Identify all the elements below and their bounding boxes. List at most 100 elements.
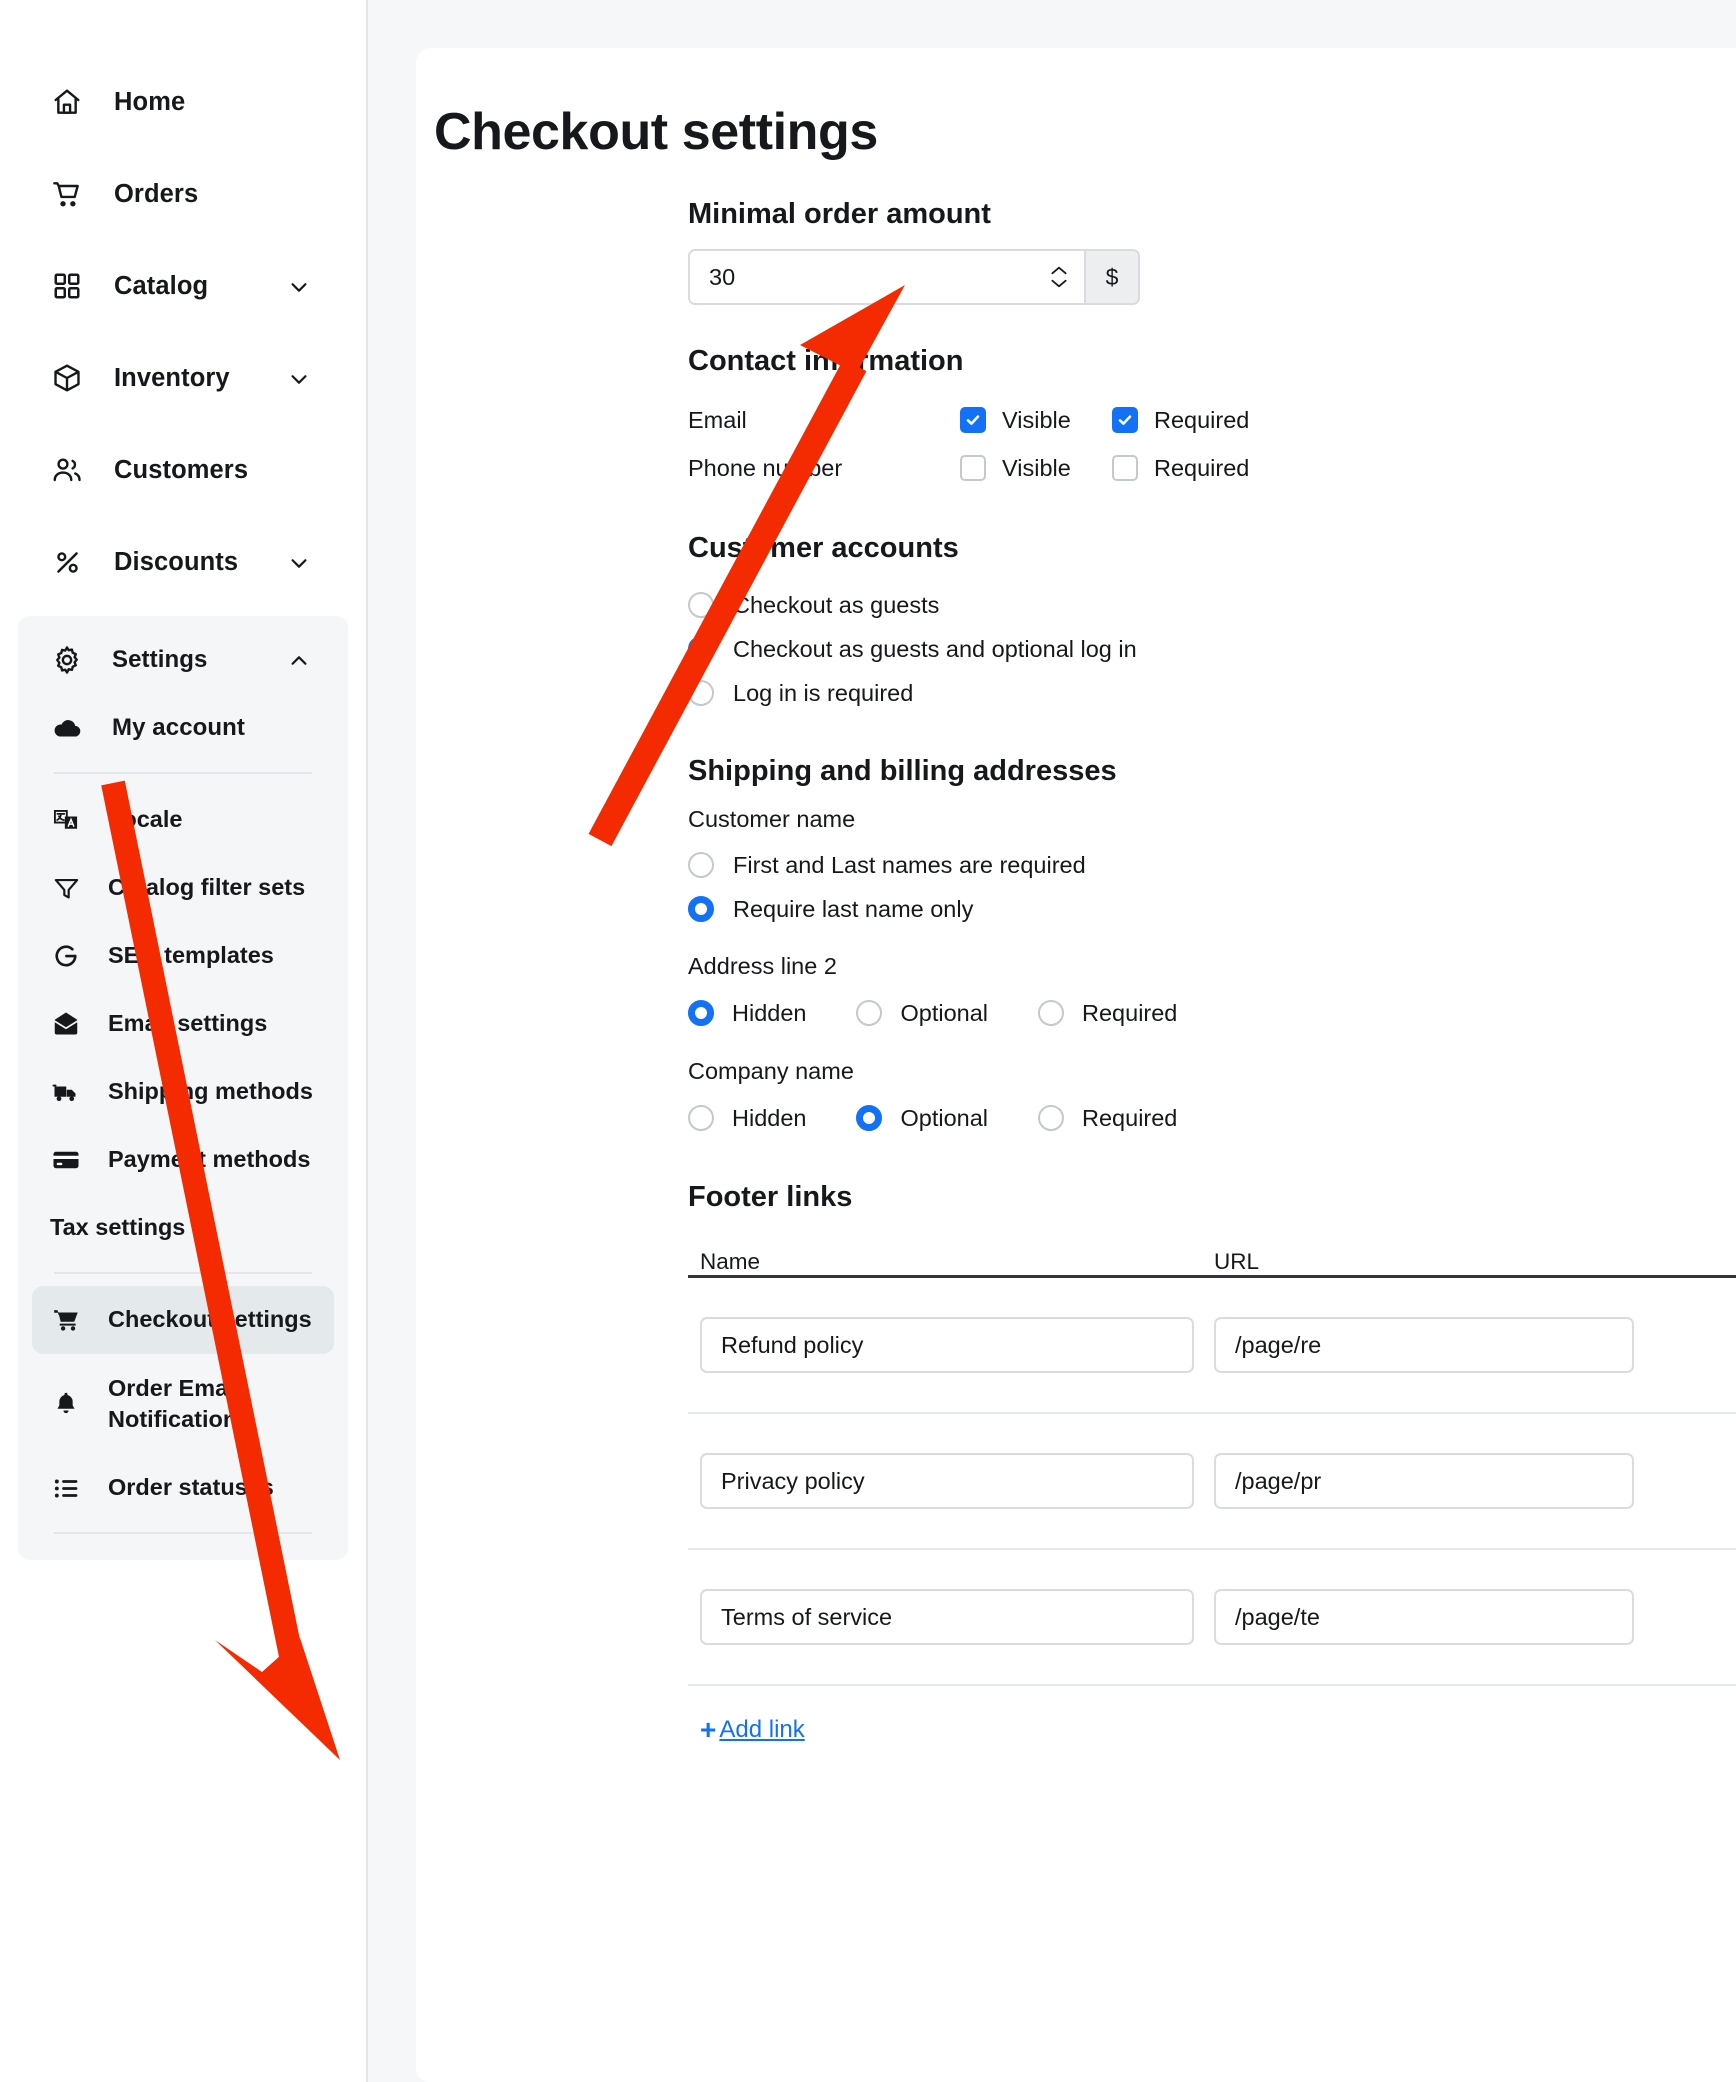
sidebar-item-tax-settings[interactable]: Tax settings <box>18 1194 348 1262</box>
sidebar-item-label: SEO templates <box>108 942 274 969</box>
footer-link-name-input[interactable]: Refund policy <box>700 1317 1194 1373</box>
radio-dot <box>1038 1105 1065 1131</box>
sidebar-divider-3 <box>54 1532 312 1534</box>
settings-form: Minimal order amount 30 $ Contact inform… <box>688 162 1736 1744</box>
footer-link-url-input[interactable]: /page/re <box>1214 1317 1634 1373</box>
phone-visible-checkbox[interactable]: Visible <box>960 455 1112 482</box>
radio-dot <box>688 896 714 922</box>
customer-name-label: Customer name <box>688 806 856 832</box>
column-header-name: Name <box>700 1249 761 1274</box>
radio-address2-optional[interactable]: Optional <box>856 1000 988 1027</box>
page-title: Checkout settings <box>434 103 878 161</box>
sidebar-item-email-settings[interactable]: Email settings <box>18 990 348 1058</box>
footer-link-name-input[interactable]: Terms of service <box>700 1589 1194 1645</box>
radio-company-optional[interactable]: Optional <box>856 1105 988 1132</box>
minimal-order-amount-value: 30 <box>709 263 736 290</box>
chevron-down-icon[interactable] <box>288 368 308 388</box>
sidebar-item-label: Checkout settings <box>108 1306 312 1333</box>
checkbox-label: Required <box>1154 454 1250 481</box>
number-stepper[interactable] <box>1050 266 1068 289</box>
cart-icon <box>50 1304 82 1336</box>
sidebar-item-order-email-notifications[interactable]: Order Email Notifications <box>18 1354 348 1454</box>
radio-label: Required <box>1082 1104 1178 1131</box>
sidebar-item-label: Locale <box>108 806 183 833</box>
checkbox-box <box>960 455 986 481</box>
sidebar-item-settings[interactable]: Settings <box>18 626 348 694</box>
users-icon <box>50 453 84 487</box>
contact-information-grid: Email Visible Required Phone number Visi… <box>688 396 1736 492</box>
radio-label: Optional <box>900 999 989 1026</box>
chevron-down-icon[interactable] <box>288 552 308 572</box>
sidebar-item-inventory[interactable]: Inventory <box>0 332 366 424</box>
sidebar: Home Orders Catalog Inventory Customers … <box>0 0 368 2082</box>
radio-label: Require last name only <box>733 895 974 922</box>
radio-checkout-as-guests-and-optional-login[interactable]: Checkout as guests and optional log in <box>688 627 1736 671</box>
radio-label: Hidden <box>732 1104 807 1131</box>
minimal-order-amount-group: 30 $ <box>688 249 1140 305</box>
box-icon <box>50 361 84 395</box>
sidebar-item-seo-templates[interactable]: SEO templates <box>18 922 348 990</box>
checkbox-label: Visible <box>1002 454 1071 481</box>
footer-links-table: Name URL Refund policy /page/re Privacy … <box>688 1232 1736 1744</box>
sidebar-item-customers[interactable]: Customers <box>0 424 366 516</box>
radio-dot <box>856 1105 883 1131</box>
shipping-billing-heading: Shipping and billing addresses <box>688 755 1117 787</box>
sidebar-item-label: Orders <box>114 179 199 208</box>
add-link-label: Add link <box>719 1716 805 1743</box>
chevron-up-icon[interactable] <box>288 650 308 670</box>
company-name-radio-group: Hidden Optional Required <box>688 1095 1736 1141</box>
sidebar-divider-2 <box>54 1272 312 1274</box>
add-link-button[interactable]: + Add link <box>688 1716 1736 1744</box>
contact-field-label: Phone number <box>688 454 843 481</box>
sidebar-item-label: Payment methods <box>108 1146 311 1173</box>
radio-require-last-name-only[interactable]: Require last name only <box>688 887 1736 931</box>
radio-company-hidden[interactable]: Hidden <box>688 1105 806 1132</box>
minimal-order-amount-input[interactable]: 30 <box>688 249 1086 305</box>
email-required-checkbox[interactable]: Required <box>1112 407 1264 434</box>
chevron-down-icon[interactable] <box>288 276 308 296</box>
footer-link-url-input[interactable]: /page/te <box>1214 1589 1634 1645</box>
email-visible-checkbox[interactable]: Visible <box>960 407 1112 434</box>
radio-dot <box>688 1105 714 1131</box>
radio-company-required[interactable]: Required <box>1038 1105 1177 1132</box>
column-header-url: URL <box>1214 1249 1260 1274</box>
sidebar-item-orders[interactable]: Orders <box>0 148 366 240</box>
cloud-icon <box>50 711 84 745</box>
gear-icon <box>50 643 84 677</box>
radio-login-is-required[interactable]: Log in is required <box>688 671 1736 715</box>
table-row: Refund policy /page/re <box>688 1278 1736 1414</box>
radio-dot <box>1038 1000 1065 1026</box>
sidebar-item-order-statuses[interactable]: Order statuses <box>18 1454 348 1522</box>
sidebar-item-my-account[interactable]: My account <box>18 694 348 762</box>
sidebar-item-payment-methods[interactable]: Payment methods <box>18 1126 348 1194</box>
sidebar-item-locale[interactable]: Locale <box>18 786 348 854</box>
grid-icon <box>50 269 84 303</box>
radio-address2-required[interactable]: Required <box>1038 1000 1177 1027</box>
translate-icon <box>50 804 82 836</box>
footer-link-name-input[interactable]: Privacy policy <box>700 1453 1194 1509</box>
google-g-icon <box>50 940 82 972</box>
customer-accounts-heading: Customer accounts <box>688 532 959 564</box>
sidebar-item-label: Settings <box>112 646 208 673</box>
radio-label: Checkout as guests <box>733 591 940 618</box>
sidebar-item-label: Order statuses <box>108 1474 274 1501</box>
sidebar-item-catalog-filter-sets[interactable]: Catalog filter sets <box>18 854 348 922</box>
footer-link-url-input[interactable]: /page/pr <box>1214 1453 1634 1509</box>
radio-label: First and Last names are required <box>733 851 1086 878</box>
contact-field-label: Email <box>688 406 747 433</box>
bell-icon <box>50 1388 82 1420</box>
sidebar-item-catalog[interactable]: Catalog <box>0 240 366 332</box>
contact-information-heading: Contact information <box>688 345 964 377</box>
radio-address2-hidden[interactable]: Hidden <box>688 1000 806 1027</box>
app-root: Home Orders Catalog Inventory Customers … <box>0 0 1736 2082</box>
sidebar-item-shipping-methods[interactable]: Shipping methods <box>18 1058 348 1126</box>
phone-required-checkbox[interactable]: Required <box>1112 455 1264 482</box>
sidebar-item-discounts[interactable]: Discounts <box>0 516 366 608</box>
cell-name: Terms of service <box>688 1589 1200 1645</box>
radio-label: Required <box>1082 999 1178 1026</box>
sidebar-item-home[interactable]: Home <box>0 56 366 148</box>
radio-first-and-last-names-required[interactable]: First and Last names are required <box>688 843 1736 887</box>
sidebar-item-checkout-settings[interactable]: Checkout settings <box>32 1286 334 1354</box>
radio-checkout-as-guests[interactable]: Checkout as guests <box>688 583 1736 627</box>
checkbox-label: Visible <box>1002 406 1071 433</box>
